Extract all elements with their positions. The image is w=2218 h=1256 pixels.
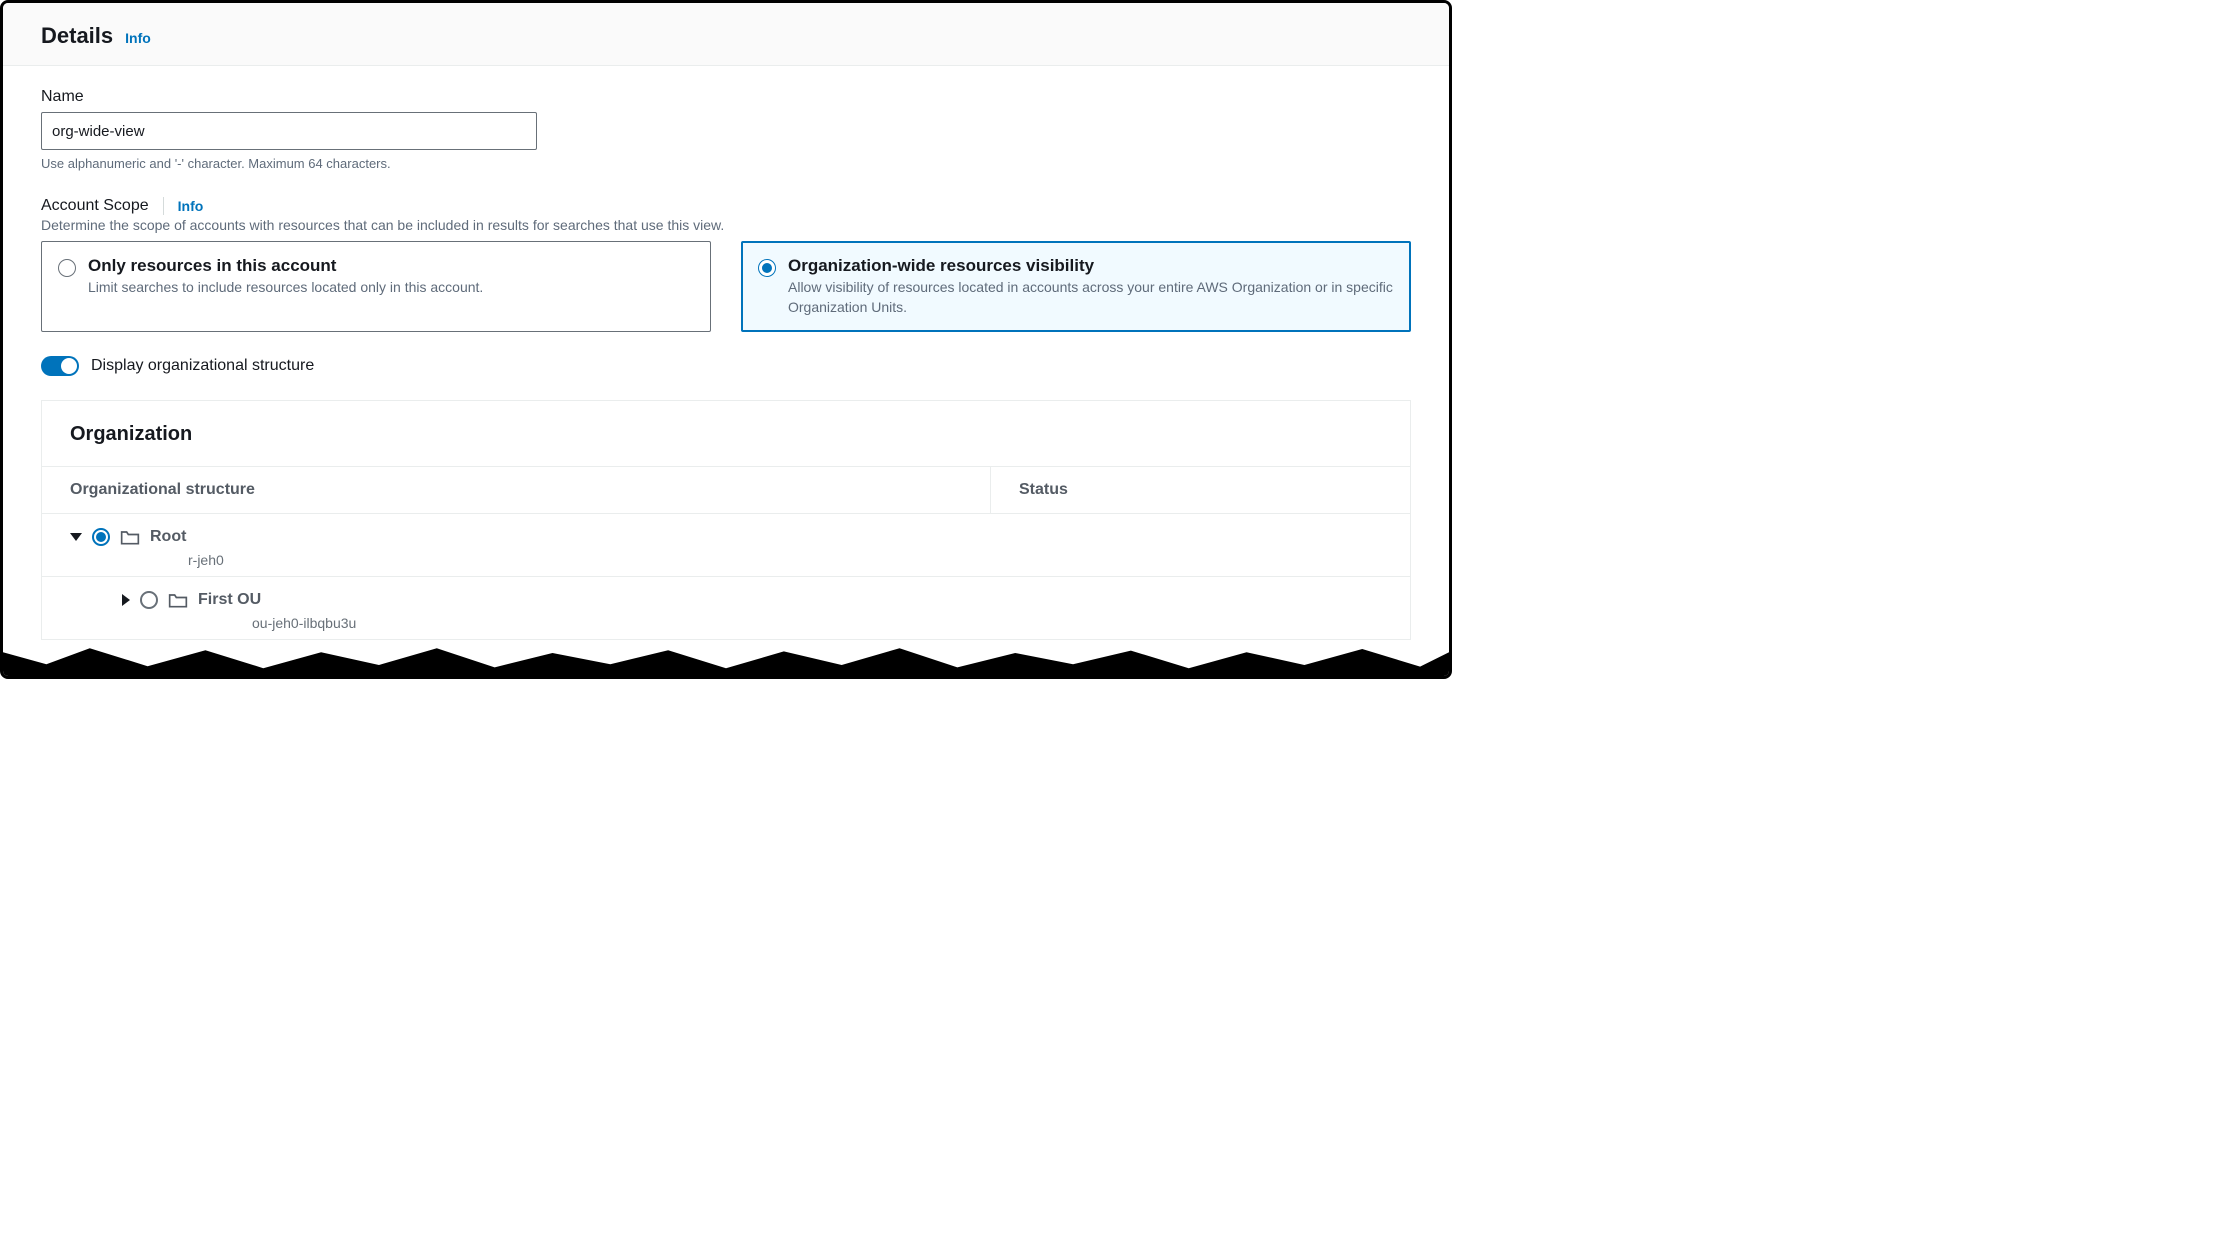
torn-edge xyxy=(3,636,1449,676)
display-org-structure-label: Display organizational structure xyxy=(91,357,314,375)
account-scope-header: Account Scope Info xyxy=(41,197,1411,215)
display-org-structure-toggle[interactable] xyxy=(41,356,79,376)
account-scope-label: Account Scope xyxy=(41,197,149,215)
tree-node-name: First OU xyxy=(198,591,261,609)
caret-right-icon[interactable] xyxy=(122,594,130,606)
scope-option-this-account[interactable]: Only resources in this account Limit sea… xyxy=(41,241,711,332)
caret-down-icon[interactable] xyxy=(70,533,82,541)
account-scope-info-link[interactable]: Info xyxy=(178,198,204,214)
tree-node-name: Root xyxy=(150,528,186,546)
folder-icon xyxy=(120,528,140,546)
display-org-structure-row: Display organizational structure xyxy=(41,356,1411,376)
col-structure-header: Organizational structure xyxy=(42,467,990,513)
name-hint: Use alphanumeric and '-' character. Maxi… xyxy=(41,156,1411,171)
account-scope-desc: Determine the scope of accounts with res… xyxy=(41,217,1411,233)
tree-node-radio[interactable] xyxy=(140,591,158,609)
panel-content: Name Use alphanumeric and '-' character.… xyxy=(3,66,1449,640)
tree-node-id: r-jeh0 xyxy=(188,552,1382,568)
details-info-link[interactable]: Info xyxy=(125,30,151,46)
organization-title: Organization xyxy=(70,423,1382,446)
name-input[interactable] xyxy=(41,112,537,150)
org-tree: Root r-jeh0 First OU ou-jeh0-ilbqbu3u xyxy=(42,513,1410,639)
scope-option-title: Organization-wide resources visibility xyxy=(788,256,1394,276)
panel-title: Details xyxy=(41,23,113,49)
panel-header: Details Info xyxy=(3,3,1449,66)
organization-header: Organization xyxy=(42,401,1410,466)
tree-node-root: Root r-jeh0 xyxy=(42,514,1410,576)
folder-icon xyxy=(168,591,188,609)
radio-icon xyxy=(58,259,76,277)
radio-icon xyxy=(758,259,776,277)
scope-option-desc: Limit searches to include resources loca… xyxy=(88,278,483,298)
scope-option-title: Only resources in this account xyxy=(88,256,483,276)
tree-node-id: ou-jeh0-ilbqbu3u xyxy=(252,615,1382,631)
name-label: Name xyxy=(41,88,1411,106)
scope-options: Only resources in this account Limit sea… xyxy=(41,241,1411,332)
tree-node-first-ou: First OU ou-jeh0-ilbqbu3u xyxy=(42,576,1410,639)
col-status-header: Status xyxy=(990,467,1410,513)
organization-columns: Organizational structure Status xyxy=(42,466,1410,513)
tree-node-radio[interactable] xyxy=(92,528,110,546)
scope-option-desc: Allow visibility of resources located in… xyxy=(788,278,1394,317)
divider xyxy=(163,197,164,215)
details-panel: Details Info Name Use alphanumeric and '… xyxy=(0,0,1452,679)
scope-option-org-wide[interactable]: Organization-wide resources visibility A… xyxy=(741,241,1411,332)
organization-box: Organization Organizational structure St… xyxy=(41,400,1411,640)
